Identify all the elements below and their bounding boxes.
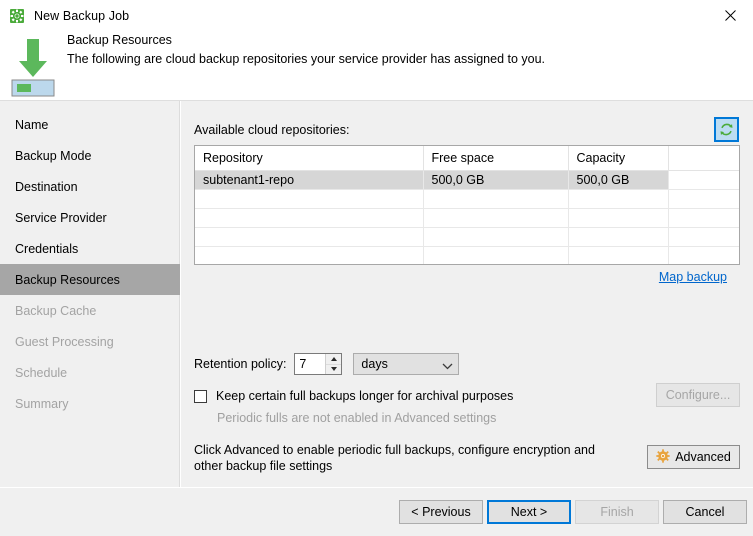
sidebar-item-label: Service Provider — [15, 210, 107, 225]
archival-checkbox[interactable] — [194, 389, 207, 403]
retention-unit-value: days — [361, 357, 388, 371]
sidebar-item-label: Backup Resources — [15, 272, 120, 287]
page-title: Backup Resources — [67, 33, 172, 47]
retention-value[interactable]: 7 — [295, 354, 325, 374]
table-row-empty[interactable] — [195, 189, 739, 209]
sidebar-item-label: Schedule — [15, 365, 68, 380]
column-header-capacity[interactable]: Capacity — [568, 146, 669, 171]
map-backup-link[interactable]: Map backup — [651, 270, 727, 284]
previous-button[interactable]: < Previous — [399, 500, 483, 524]
advanced-button[interactable]: Advanced — [647, 445, 740, 469]
stepper-down-icon[interactable] — [326, 364, 342, 374]
wizard-sidebar: Name Backup Mode Destination Service Pro… — [0, 101, 180, 487]
title-bar: New Backup Job — [0, 0, 753, 31]
retention-unit-select[interactable]: days — [353, 353, 460, 375]
gear-icon — [9, 8, 25, 24]
sidebar-item-backup-resources[interactable]: Backup Resources — [0, 264, 180, 295]
cell-free-space: 500,0 GB — [423, 170, 569, 190]
finish-button: Finish — [575, 500, 659, 524]
column-header-free-space[interactable]: Free space — [423, 146, 569, 171]
archival-note: Periodic fulls are not enabled in Advanc… — [217, 411, 497, 425]
archival-checkbox-label: Keep certain full backups longer for arc… — [216, 389, 514, 403]
sidebar-item-label: Name — [15, 117, 49, 132]
sidebar-item-guest-processing[interactable]: Guest Processing — [0, 326, 179, 357]
window-title: New Backup Job — [34, 8, 130, 23]
sidebar-item-destination[interactable]: Destination — [0, 171, 179, 202]
cancel-button[interactable]: Cancel — [663, 500, 747, 524]
table-header-row: Repository Free space Capacity — [195, 146, 739, 171]
sidebar-item-backup-mode[interactable]: Backup Mode — [0, 140, 179, 171]
retention-policy-label: Retention policy: — [194, 357, 287, 371]
advanced-button-label: Advanced — [675, 450, 731, 464]
sidebar-item-backup-cache[interactable]: Backup Cache — [0, 295, 179, 326]
sidebar-item-schedule[interactable]: Schedule — [0, 357, 179, 388]
stepper-up-icon[interactable] — [326, 354, 342, 365]
chevron-down-icon — [442, 360, 453, 369]
sidebar-item-label: Destination — [15, 179, 78, 194]
sidebar-item-label: Summary — [15, 396, 69, 411]
archival-checkbox-row[interactable]: Keep certain full backups longer for arc… — [194, 389, 513, 403]
sidebar-item-label: Backup Mode — [15, 148, 92, 163]
download-to-disk-icon — [10, 35, 56, 97]
main-content: Available cloud repositories: Repository… — [181, 101, 753, 487]
repositories-table[interactable]: Repository Free space Capacity subtenant… — [194, 145, 740, 265]
table-row-empty[interactable] — [195, 246, 739, 264]
advanced-description: Click Advanced to enable periodic full b… — [194, 443, 595, 473]
table-row-empty[interactable] — [195, 208, 739, 228]
cell-blank — [668, 170, 739, 190]
retention-value-stepper[interactable]: 7 — [294, 353, 343, 375]
column-header-blank[interactable] — [668, 146, 739, 171]
gear-icon — [656, 448, 670, 466]
sidebar-item-name[interactable]: Name — [0, 109, 179, 140]
sidebar-item-label: Credentials — [15, 241, 79, 256]
page-subtitle: The following are cloud backup repositor… — [67, 52, 546, 66]
refresh-icon[interactable] — [714, 117, 739, 142]
cell-repository: subtenant1-repo — [195, 170, 424, 190]
wizard-footer: < Previous Next > Finish Cancel — [0, 488, 753, 536]
sidebar-item-credentials[interactable]: Credentials — [0, 233, 179, 264]
column-header-repository[interactable]: Repository — [195, 146, 424, 171]
table-row[interactable]: subtenant1-repo 500,0 GB 500,0 GB — [195, 170, 739, 190]
configure-button[interactable]: Configure... — [656, 383, 740, 407]
sidebar-item-summary[interactable]: Summary — [0, 388, 179, 419]
table-row-empty[interactable] — [195, 227, 739, 247]
next-button[interactable]: Next > — [487, 500, 571, 524]
sidebar-item-label: Backup Cache — [15, 303, 97, 318]
available-repositories-label: Available cloud repositories: — [194, 123, 350, 137]
cell-capacity: 500,0 GB — [568, 170, 669, 190]
close-icon[interactable] — [707, 0, 753, 31]
retention-policy-row: Retention policy: 7 days — [194, 353, 460, 375]
sidebar-item-service-provider[interactable]: Service Provider — [0, 202, 179, 233]
sidebar-item-label: Guest Processing — [15, 334, 114, 349]
wizard-header: Backup Resources The following are cloud… — [0, 31, 753, 101]
